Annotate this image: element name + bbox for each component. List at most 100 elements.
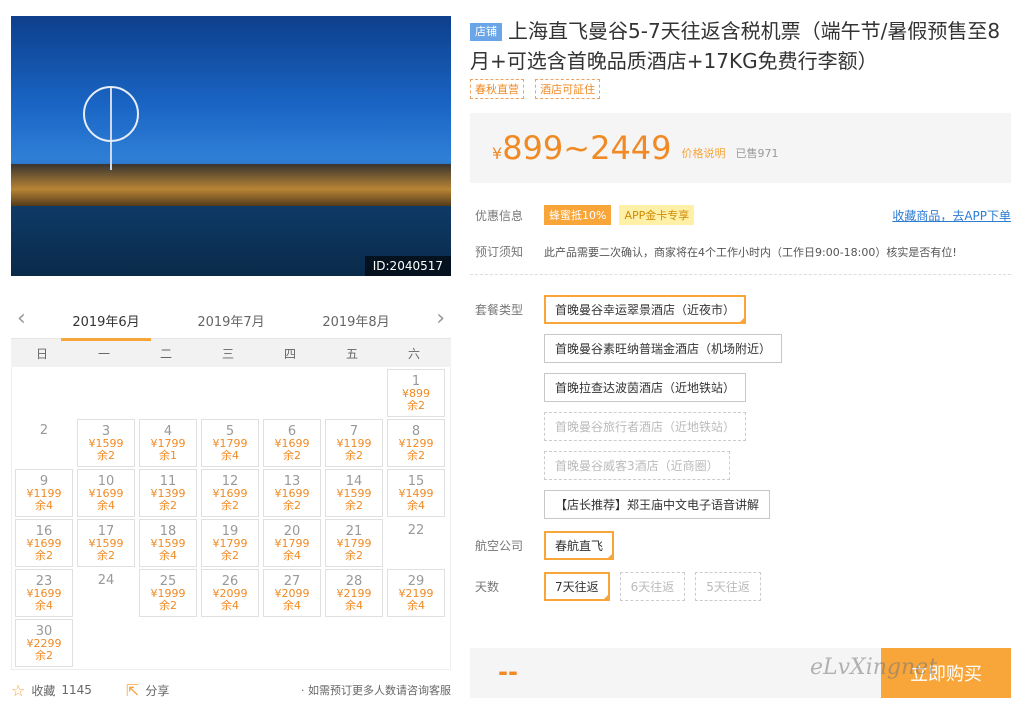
- price-range: 899~2449: [502, 129, 672, 167]
- calendar-day[interactable]: 17 ¥1599 余2: [77, 519, 135, 567]
- day-stock: 余4: [345, 599, 363, 612]
- package-options: 首晚曼谷幸运翠景酒店（近夜市） 首晚曼谷素旺纳普瑞金酒店（机场附近） 首晚拉查达波茵…: [544, 295, 783, 519]
- product-actions: ☆ 收藏 1145 ⇱ 分享 · 如需预订更多人数请咨询客服: [11, 680, 451, 700]
- weekday-label: 日: [35, 346, 48, 361]
- calendar-day[interactable]: 9 ¥1199 余4: [15, 469, 73, 517]
- booking-note: · 如需预订更多人数请咨询客服: [301, 684, 451, 697]
- calendar-day[interactable]: 7 ¥1199 余2: [325, 419, 383, 467]
- package-option: 首晚曼谷威客3酒店（近商圈）: [544, 451, 730, 480]
- day-stock: 余4: [97, 499, 115, 512]
- calendar-month-nav: ‹ 2019年6月 2019年7月 2019年8月 ›: [11, 303, 451, 341]
- favorite-count: 1145: [61, 683, 92, 697]
- day-stock: 余2: [221, 549, 239, 562]
- days-option[interactable]: 7天往返: [544, 572, 610, 601]
- day-number: 24: [97, 573, 115, 588]
- notice-label: 预订须知: [475, 245, 524, 259]
- calendar-day[interactable]: 12 ¥1699 余2: [201, 469, 259, 517]
- weekday-header: 日 一 二 三 四 五 六: [11, 339, 451, 367]
- favorite-label[interactable]: 收藏: [31, 682, 55, 699]
- calendar-day[interactable]: 8 ¥1299 余2: [387, 419, 445, 467]
- chevron-right-icon[interactable]: ›: [436, 307, 445, 331]
- calendar-day[interactable]: 27 ¥2099 余4: [263, 569, 321, 617]
- calendar-day[interactable]: 20 ¥1799 余4: [263, 519, 321, 567]
- day-stock: 余2: [221, 499, 239, 512]
- days-selector: 天数 7天往返 6天往返 5天往返: [470, 572, 1011, 601]
- calendar-day: 2: [15, 419, 73, 467]
- day-stock: 余2: [283, 449, 301, 462]
- calendar-day[interactable]: 3 ¥1599 余2: [77, 419, 135, 467]
- package-option: 首晚曼谷旅行者酒店（近地铁站）: [544, 412, 747, 441]
- product-title-text: 上海直飞曼谷5-7天往返含税机票（端午节/暑假预售至8月+可选含首晚品质酒店+1…: [470, 19, 1001, 73]
- day-stock: 余4: [35, 499, 53, 512]
- calendar-day: [15, 369, 73, 417]
- airline-selector: 航空公司 春航直飞: [470, 531, 1011, 560]
- days-option: 6天往返: [619, 572, 686, 601]
- calendar-day[interactable]: 29 ¥2199 余4: [387, 569, 445, 617]
- weekday-label: 二: [159, 346, 172, 361]
- tab-month-june[interactable]: 2019年6月: [61, 311, 151, 341]
- favorite-app-link[interactable]: 收藏商品，去APP下单: [892, 207, 1011, 224]
- calendar-day[interactable]: 6 ¥1699 余2: [263, 419, 321, 467]
- calendar-day[interactable]: 28 ¥2199 余4: [325, 569, 383, 617]
- calendar-day: 22: [387, 519, 445, 567]
- calendar-day: [139, 369, 197, 417]
- calendar-day[interactable]: 30 ¥2299 余2: [15, 619, 73, 667]
- calendar-day[interactable]: 15 ¥1499 余4: [387, 469, 445, 517]
- notice-row: 预订须知 此产品需要二次确认，商家将在4个工作小时内（工作日9:00-18:00…: [470, 243, 1011, 260]
- total-price: --: [498, 658, 518, 686]
- day-stock: 余1: [159, 449, 177, 462]
- product-gallery: ID:2040517: [11, 16, 451, 276]
- tab-month-august[interactable]: 2019年8月: [311, 311, 401, 330]
- day-stock: 余2: [407, 449, 425, 462]
- package-option[interactable]: 首晚曼谷素旺纳普瑞金酒店（机场附近）: [544, 334, 783, 363]
- day-stock: 余4: [283, 549, 301, 562]
- day-number: 22: [407, 523, 425, 538]
- day-stock: 余2: [97, 449, 115, 462]
- price-explain-link[interactable]: 价格说明: [682, 145, 726, 161]
- price-currency: ¥: [492, 143, 503, 163]
- day-stock: 余2: [283, 499, 301, 512]
- calendar-day[interactable]: 5 ¥1799 余4: [201, 419, 259, 467]
- package-option[interactable]: 首晚拉查达波茵酒店（近地铁站）: [544, 373, 747, 402]
- promo-label: 优惠信息: [475, 208, 524, 223]
- calendar-day[interactable]: 11 ¥1399 余2: [139, 469, 197, 517]
- days-label: 天数: [475, 580, 500, 594]
- star-icon[interactable]: ☆: [11, 681, 25, 700]
- calendar-day[interactable]: 1 ¥899 余2: [387, 369, 445, 417]
- product-tag: 酒店可証住: [535, 79, 601, 99]
- day-stock: 余2: [345, 499, 363, 512]
- day-stock: 余4: [221, 599, 239, 612]
- airline-label: 航空公司: [475, 539, 524, 553]
- store-badge: 店铺: [470, 23, 502, 41]
- photo-skyline: [11, 164, 451, 206]
- days-options: 7天往返 6天往返 5天往返: [544, 572, 761, 601]
- calendar-day[interactable]: 19 ¥1799 余2: [201, 519, 259, 567]
- calendar-day[interactable]: 25 ¥1999 余2: [139, 569, 197, 617]
- package-option[interactable]: 首晚曼谷幸运翠景酒店（近夜市）: [544, 295, 747, 324]
- price-box: ¥ 899~2449 价格说明 已售971: [470, 113, 1011, 183]
- chevron-left-icon[interactable]: ‹: [17, 307, 26, 331]
- day-stock: 余4: [283, 599, 301, 612]
- calendar-day[interactable]: 10 ¥1699 余4: [77, 469, 135, 517]
- package-option[interactable]: 【店长推荐】郑王庙中文电子语音讲解: [544, 490, 771, 519]
- calendar-day[interactable]: 14 ¥1599 余2: [325, 469, 383, 517]
- calendar-day[interactable]: 16 ¥1699 余2: [15, 519, 73, 567]
- day-stock: 余2: [159, 499, 177, 512]
- calendar-day[interactable]: 13 ¥1699 余2: [263, 469, 321, 517]
- tab-month-july[interactable]: 2019年7月: [186, 311, 276, 330]
- calendar-day[interactable]: 26 ¥2099 余4: [201, 569, 259, 617]
- share-label[interactable]: 分享: [145, 682, 169, 699]
- day-stock: 余2: [159, 599, 177, 612]
- promo-tag-app: APP金卡专享: [619, 205, 695, 225]
- day-stock: 余4: [221, 449, 239, 462]
- divider: [470, 274, 1011, 275]
- calendar-day[interactable]: 23 ¥1699 余4: [15, 569, 73, 617]
- share-icon[interactable]: ⇱: [126, 681, 139, 700]
- calendar-day[interactable]: 21 ¥1799 余2: [325, 519, 383, 567]
- calendar-day[interactable]: 18 ¥1599 余4: [139, 519, 197, 567]
- product-photo[interactable]: ID:2040517: [11, 16, 451, 276]
- airline-option[interactable]: 春航直飞: [544, 531, 615, 560]
- calendar-day[interactable]: 4 ¥1799 余1: [139, 419, 197, 467]
- promo-tag-honey: 蜂蜜抵10%: [544, 205, 612, 225]
- day-stock: 余2: [345, 449, 363, 462]
